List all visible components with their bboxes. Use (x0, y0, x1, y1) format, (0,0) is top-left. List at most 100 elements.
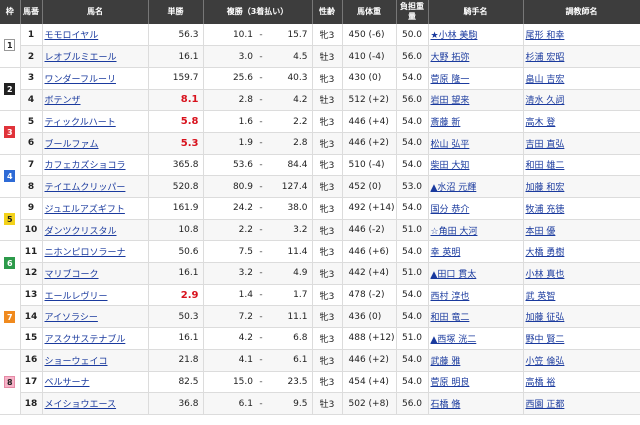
jockey-link[interactable]: 和田 竜二 (431, 313, 470, 323)
horse-name-link[interactable]: ベルサーナ (45, 378, 90, 388)
horse-weight: 492 (+14) (342, 197, 397, 220)
jockey-link[interactable]: 石橋 脩 (431, 400, 461, 410)
table-row: 2 レオブルミエール 16.1 3.0-4.5 牡3 410 (-4) 56.0 大野 拓弥 杉… (0, 45, 640, 68)
place-odds-low: 15.0 (203, 371, 255, 394)
horse-weight: 446 (+6) (342, 240, 397, 264)
win-odds: 10.8 (148, 219, 204, 242)
horse-weight: 446 (+4) (342, 110, 397, 133)
burden-weight: 54.0 (396, 132, 429, 155)
horse-name-link[interactable]: アスクサステナブル (45, 335, 126, 345)
horse-number: 14 (20, 305, 43, 329)
jockey-cell: 斎藤 新 (428, 110, 524, 133)
trainer-link[interactable]: 高木 登 (526, 118, 556, 128)
horse-name-link[interactable]: ブールファム (45, 140, 99, 150)
trainer-link[interactable]: 高橋 裕 (526, 378, 556, 388)
horse-name-cell: ジュエルアズギフト (42, 197, 149, 220)
trainer-cell: 野中 賢二 (523, 327, 640, 350)
horse-name-link[interactable]: テイエムクリッパー (45, 183, 126, 193)
horse-weight: 502 (+8) (342, 392, 397, 415)
jockey-link[interactable]: 国分 恭介 (431, 205, 470, 215)
jockey-link[interactable]: 柴田 大知 (431, 161, 470, 171)
place-odds-high: 2.8 (267, 132, 313, 155)
trainer-link[interactable]: 牧浦 充徳 (526, 205, 565, 215)
trainer-link[interactable]: 吉田 直弘 (526, 140, 565, 150)
trainer-link[interactable]: 畠山 吉宏 (526, 75, 565, 85)
trainer-link[interactable]: 大橋 勇樹 (526, 248, 565, 258)
header-frame: 枠 (0, 0, 21, 24)
place-odds-high: 2.2 (267, 110, 313, 133)
horse-number: 16 (20, 349, 43, 372)
horse-name-link[interactable]: ワンダーフルーリ (45, 75, 116, 85)
trainer-link[interactable]: 小林 真也 (526, 270, 565, 280)
sex-age: 牝3 (312, 240, 343, 264)
jockey-link[interactable]: 菅原 明良 (431, 378, 470, 388)
jockey-link[interactable]: ★小林 美駒 (431, 31, 478, 41)
place-odds-separator: - (255, 327, 267, 350)
horse-name-link[interactable]: ダンツクリスタル (45, 227, 117, 237)
horse-name-cell: アイソラシー (42, 305, 149, 329)
horse-name-link[interactable]: ボテンザ (45, 96, 81, 106)
win-odds: 8.1 (148, 89, 204, 112)
trainer-link[interactable]: 小笠 倫弘 (526, 357, 565, 367)
trainer-link[interactable]: 武 英智 (526, 292, 556, 302)
place-odds-separator: - (255, 45, 267, 68)
horse-name-link[interactable]: ティックルハート (45, 118, 116, 128)
horse-name-cell: ダンツクリスタル (42, 219, 149, 242)
horse-name-link[interactable]: エールレヴリー (45, 292, 108, 302)
place-odds-low: 4.2 (203, 327, 255, 350)
place-odds-separator: - (255, 349, 267, 372)
horse-name-link[interactable]: ジュエルアズギフト (45, 205, 125, 215)
horse-name-link[interactable]: マリブコーク (45, 270, 99, 280)
trainer-link[interactable]: 本田 優 (526, 227, 556, 237)
horse-name-link[interactable]: ニホンピロソラーナ (45, 248, 126, 258)
trainer-link[interactable]: 和田 雄二 (526, 161, 565, 171)
jockey-link[interactable]: ☆角田 大河 (431, 227, 478, 237)
horse-name-link[interactable]: メイショウエース (45, 400, 117, 410)
jockey-link[interactable]: ▲田口 貫太 (431, 270, 477, 280)
trainer-cell: 高木 登 (523, 110, 640, 133)
place-odds-high: 4.2 (267, 89, 313, 112)
horse-weight: 450 (-6) (342, 24, 397, 47)
horse-name-link[interactable]: ショーウェイコ (45, 357, 108, 367)
burden-weight: 54.0 (396, 371, 429, 394)
burden-weight: 51.0 (396, 262, 429, 285)
win-odds: 365.8 (148, 154, 204, 177)
trainer-link[interactable]: 加藤 和宏 (526, 183, 565, 193)
jockey-link[interactable]: 武藤 雅 (431, 357, 461, 367)
horse-number: 11 (20, 240, 43, 264)
trainer-cell: 小笠 倫弘 (523, 349, 640, 372)
place-odds-low: 53.6 (203, 154, 255, 177)
trainer-link[interactable]: 加藤 征弘 (526, 313, 565, 323)
jockey-link[interactable]: 菅原 隆一 (431, 75, 470, 85)
jockey-link[interactable]: 松山 弘平 (431, 140, 470, 150)
trainer-cell: 畠山 吉宏 (523, 67, 640, 90)
horse-weight: 454 (+4) (342, 371, 397, 394)
trainer-link[interactable]: 杉浦 宏昭 (526, 53, 565, 63)
sex-age: 牡3 (312, 89, 343, 112)
place-odds-low: 1.9 (203, 132, 255, 155)
jockey-link[interactable]: 大野 拓弥 (431, 53, 470, 63)
jockey-link[interactable]: ▲西塚 洸二 (431, 335, 477, 345)
horse-name-link[interactable]: アイソラシー (45, 313, 98, 323)
jockey-link[interactable]: ▲水沼 元輝 (431, 183, 477, 193)
trainer-link[interactable]: 野中 賢二 (526, 335, 565, 345)
trainer-link[interactable]: 清水 久詞 (526, 96, 565, 106)
table-row: 4 ボテンザ 8.1 2.8-4.2 牡3 512 (+2) 56.0 岩田 望来 清水 久詞 (0, 89, 640, 112)
jockey-link[interactable]: 岩田 望来 (431, 96, 470, 106)
place-odds-separator: - (255, 175, 267, 198)
burden-weight: 54.0 (396, 154, 429, 177)
table-row: 2 3 ワンダーフルーリ 159.7 25.6-40.3 牝3 430 (0) 54.0 菅原 … (0, 67, 640, 112)
horse-name-link[interactable]: モモロイヤル (45, 31, 99, 41)
trainer-link[interactable]: 西園 正都 (526, 400, 565, 410)
frame-cell: 5 (0, 197, 21, 242)
win-odds: 16.1 (148, 327, 204, 350)
jockey-link[interactable]: 幸 英明 (431, 248, 461, 258)
horse-name-link[interactable]: カフェカズショコラ (45, 161, 126, 171)
place-odds-low: 2.2 (203, 219, 255, 242)
horse-name-link[interactable]: レオブルミエール (45, 53, 117, 63)
frame-badge: 6 (4, 256, 16, 269)
jockey-link[interactable]: 斎藤 新 (431, 118, 461, 128)
table-row: 15 アスクサステナブル 16.1 4.2-6.8 牝3 488 (+12) 51.0 ▲西塚… (0, 327, 640, 350)
jockey-link[interactable]: 西村 淳也 (431, 292, 470, 302)
trainer-link[interactable]: 尾形 和幸 (526, 31, 565, 41)
